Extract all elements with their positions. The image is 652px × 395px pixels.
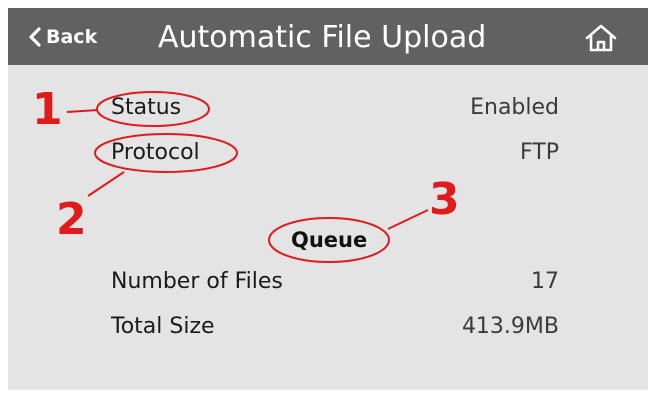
total-size-value: 413.9MB [461, 314, 559, 339]
back-button[interactable]: Back [26, 23, 97, 51]
page-title: Automatic File Upload [158, 20, 487, 55]
protocol-label: Protocol [111, 140, 200, 165]
home-icon[interactable] [583, 23, 619, 53]
annotation-marker-1: 1 [32, 84, 63, 135]
total-size-label: Total Size [111, 314, 215, 339]
status-value: Enabled [470, 95, 559, 120]
annotation-marker-2: 2 [56, 194, 87, 245]
status-label: Status [111, 95, 182, 120]
number-of-files-label: Number of Files [111, 269, 283, 294]
queue-heading: Queue [291, 228, 368, 252]
device-screen: Back Automatic File Upload Status Enable… [8, 8, 648, 390]
annotation-marker-3: 3 [429, 174, 460, 225]
protocol-value: FTP [520, 140, 559, 165]
back-label: Back [46, 26, 98, 48]
title-bar: Back Automatic File Upload [8, 8, 648, 65]
number-of-files-value: 17 [531, 269, 559, 294]
chevron-left-icon [29, 27, 41, 47]
